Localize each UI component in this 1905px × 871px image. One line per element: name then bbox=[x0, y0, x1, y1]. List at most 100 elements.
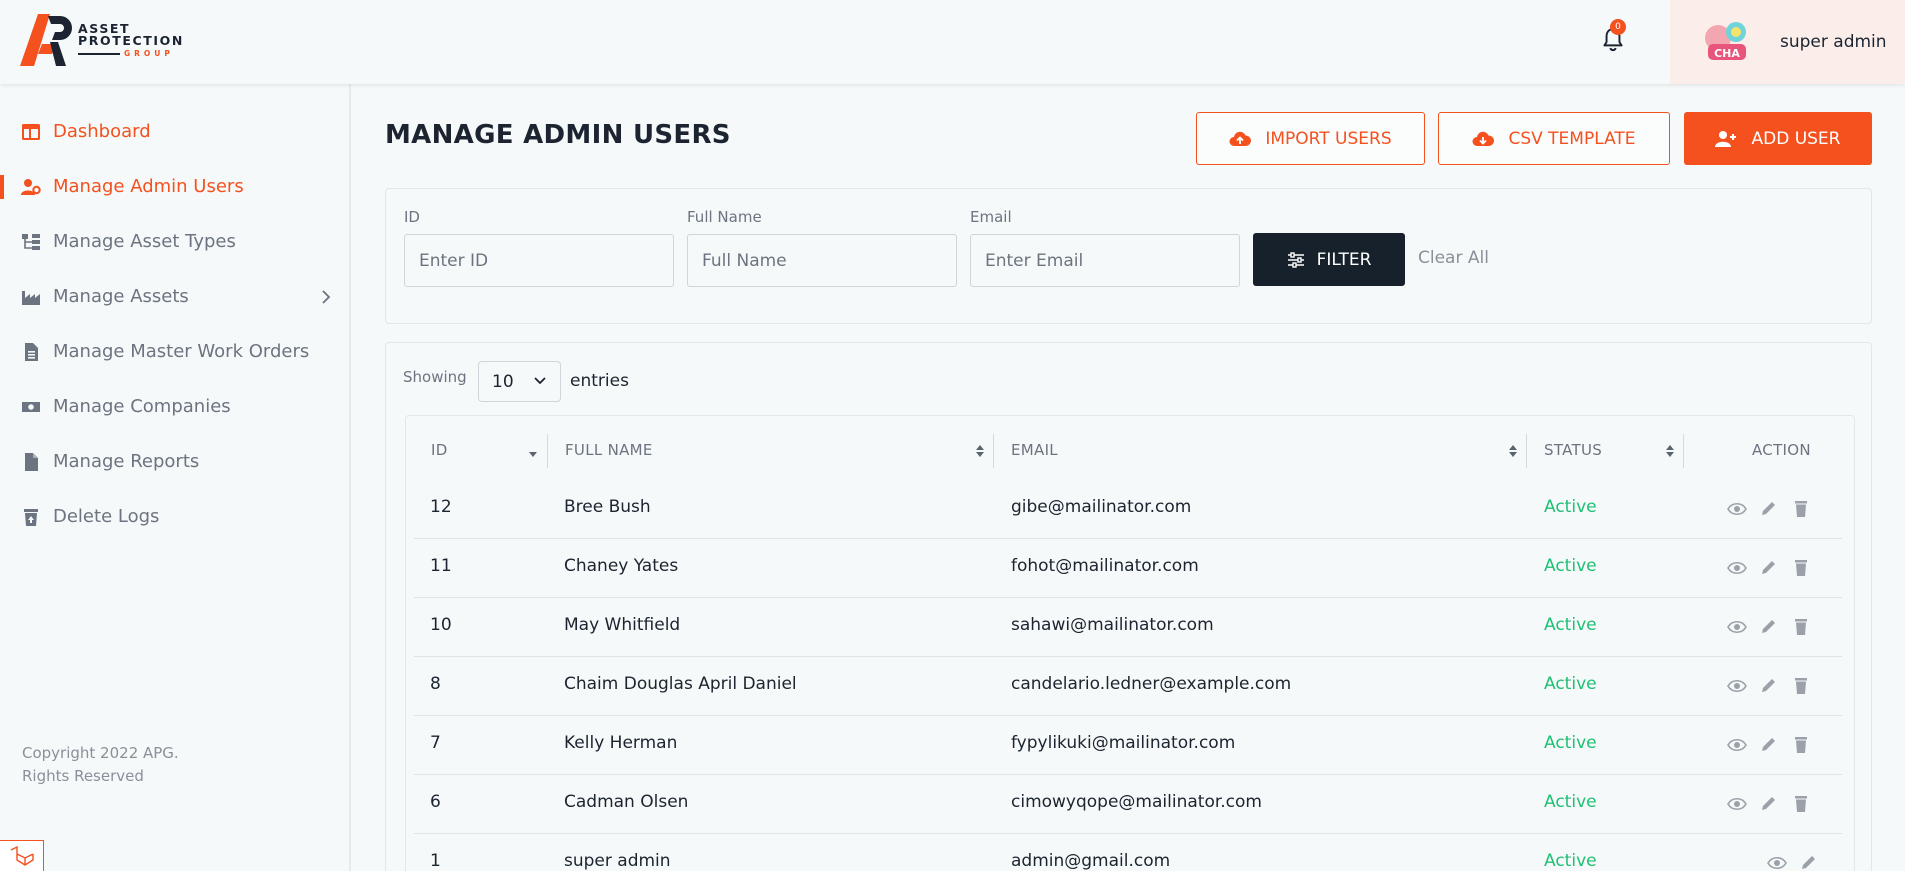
cell-email: gibe@mailinator.com bbox=[1011, 497, 1192, 517]
chevron-down-icon bbox=[534, 377, 546, 385]
cell-status: Active bbox=[1544, 851, 1597, 871]
trash-icon[interactable] bbox=[1791, 500, 1811, 518]
column-header-email[interactable]: EMAIL bbox=[1011, 441, 1058, 459]
trash-icon[interactable] bbox=[1791, 618, 1811, 636]
copyright-line-1: Copyright 2022 APG. bbox=[22, 744, 179, 762]
active-indicator bbox=[0, 230, 4, 254]
entries-per-page-select[interactable]: 10 bbox=[478, 361, 561, 402]
pencil-icon[interactable] bbox=[1759, 736, 1779, 754]
column-header-full-name[interactable]: FULL NAME bbox=[565, 441, 653, 459]
sidebar-item-label: Dashboard bbox=[53, 121, 151, 142]
sidebar-item-manage-reports[interactable]: Manage Reports bbox=[0, 442, 350, 482]
logo-text: ASSET PROTECTION GROUP bbox=[78, 22, 184, 58]
sidebar-item-dashboard[interactable]: Dashboard bbox=[0, 112, 350, 152]
cell-id: 11 bbox=[430, 556, 452, 576]
cell-full-name: Chaney Yates bbox=[564, 556, 679, 576]
trash-icon[interactable] bbox=[1791, 736, 1811, 754]
cell-full-name: Chaim Douglas April Daniel bbox=[564, 674, 797, 694]
top-header: ASSET PROTECTION GROUP 0 CHA super admin bbox=[0, 0, 1905, 84]
add-user-label: ADD USER bbox=[1751, 128, 1841, 149]
pencil-icon[interactable] bbox=[1759, 618, 1779, 636]
eye-icon[interactable] bbox=[1727, 677, 1747, 695]
sidebar-item-manage-admin-users[interactable]: Manage Admin Users bbox=[0, 167, 350, 207]
trash-icon[interactable] bbox=[1791, 677, 1811, 695]
column-header-id[interactable]: ID bbox=[431, 441, 448, 459]
cell-status: Active bbox=[1544, 615, 1597, 635]
sidebar-item-label: Manage Assets bbox=[53, 286, 189, 307]
logo-group-text: GROUP bbox=[124, 48, 174, 58]
trash-icon[interactable] bbox=[1791, 559, 1811, 577]
eye-icon[interactable] bbox=[1727, 618, 1747, 636]
sliders-icon bbox=[1287, 251, 1304, 268]
sidebar-item-label: Manage Admin Users bbox=[53, 176, 244, 197]
sidebar-item-delete-logs[interactable]: Delete Logs bbox=[0, 497, 350, 537]
cell-id: 7 bbox=[430, 733, 441, 753]
logo-rule bbox=[78, 52, 120, 55]
clear-all-link[interactable]: Clear All bbox=[1418, 248, 1489, 268]
entries-label: entries bbox=[570, 371, 629, 391]
logo-mark-icon bbox=[20, 14, 72, 66]
add-user-button[interactable]: ADD USER bbox=[1684, 112, 1872, 165]
active-indicator bbox=[0, 175, 4, 199]
active-indicator bbox=[0, 340, 4, 364]
csv-template-button[interactable]: CSV TEMPLATE bbox=[1438, 112, 1670, 165]
column-header-status[interactable]: STATUS bbox=[1544, 441, 1602, 459]
trash-icon[interactable] bbox=[1791, 795, 1811, 813]
pencil-icon[interactable] bbox=[1759, 677, 1779, 695]
column-header-action: ACTION bbox=[1752, 441, 1811, 459]
active-indicator bbox=[0, 505, 4, 529]
active-indicator bbox=[0, 285, 4, 309]
eye-icon[interactable] bbox=[1767, 854, 1787, 871]
column-divider bbox=[1683, 434, 1684, 468]
pencil-icon[interactable] bbox=[1759, 500, 1779, 518]
document-icon bbox=[25, 343, 38, 361]
sitemap-icon bbox=[22, 234, 40, 250]
debug-badge[interactable] bbox=[0, 840, 44, 871]
logo-line-3: GROUP bbox=[78, 50, 184, 58]
cell-email: candelario.ledner@example.com bbox=[1011, 674, 1292, 694]
sidebar-item-manage-assets[interactable]: Manage Assets bbox=[0, 277, 350, 317]
import-users-button[interactable]: IMPORT USERS bbox=[1196, 112, 1425, 165]
sidebar-item-label: Manage Reports bbox=[53, 451, 200, 472]
sort-icon[interactable] bbox=[1665, 443, 1675, 459]
cell-email: cimowyqope@mailinator.com bbox=[1011, 792, 1262, 812]
pencil-icon[interactable] bbox=[1799, 854, 1819, 871]
eye-icon[interactable] bbox=[1727, 736, 1747, 754]
filter-button-label: FILTER bbox=[1316, 249, 1372, 270]
pencil-icon[interactable] bbox=[1759, 559, 1779, 577]
pencil-icon[interactable] bbox=[1759, 795, 1779, 813]
cell-status: Active bbox=[1544, 497, 1597, 517]
user-menu[interactable]: CHA super admin bbox=[1670, 0, 1905, 84]
cell-email: admin@gmail.com bbox=[1011, 851, 1171, 871]
logo[interactable]: ASSET PROTECTION GROUP bbox=[20, 14, 184, 66]
eye-icon[interactable] bbox=[1727, 795, 1747, 813]
name-filter-input[interactable] bbox=[687, 234, 957, 287]
active-indicator bbox=[0, 450, 4, 474]
sort-icon[interactable] bbox=[1508, 443, 1518, 459]
copyright: Copyright 2022 APG. Rights Reserved bbox=[22, 742, 179, 788]
eye-icon[interactable] bbox=[1727, 559, 1747, 577]
table-row: 11 Chaney Yates fohot@mailinator.com Act… bbox=[414, 539, 1842, 598]
filter-button[interactable]: FILTER bbox=[1253, 233, 1405, 286]
sidebar-item-label: Manage Master Work Orders bbox=[53, 341, 310, 362]
eye-icon[interactable] bbox=[1727, 500, 1747, 518]
active-indicator bbox=[0, 395, 4, 419]
cell-full-name: Bree Bush bbox=[564, 497, 651, 517]
sidebar-item-manage-asset-types[interactable]: Manage Asset Types bbox=[0, 222, 350, 262]
user-name: super admin bbox=[1780, 32, 1887, 52]
import-users-label: IMPORT USERS bbox=[1265, 128, 1392, 149]
table-row: 10 May Whitfield sahawi@mailinator.com A… bbox=[414, 598, 1842, 657]
email-filter-input[interactable] bbox=[970, 234, 1240, 287]
sort-desc-icon[interactable] bbox=[528, 443, 538, 459]
dashboard-icon bbox=[22, 124, 40, 140]
table-row: 7 Kelly Herman fypylikuki@mailinator.com… bbox=[414, 716, 1842, 775]
svg-text:CHA: CHA bbox=[1714, 47, 1740, 60]
sort-icon[interactable] bbox=[975, 443, 985, 459]
user-gear-icon bbox=[21, 179, 41, 195]
cell-full-name: Kelly Herman bbox=[564, 733, 678, 753]
id-filter-input[interactable] bbox=[404, 234, 674, 287]
sidebar-item-manage-companies[interactable]: Manage Companies bbox=[0, 387, 350, 427]
id-filter-label: ID bbox=[404, 208, 420, 226]
cell-id: 1 bbox=[430, 851, 441, 871]
sidebar-item-manage-master-work-orders[interactable]: Manage Master Work Orders bbox=[0, 332, 350, 372]
